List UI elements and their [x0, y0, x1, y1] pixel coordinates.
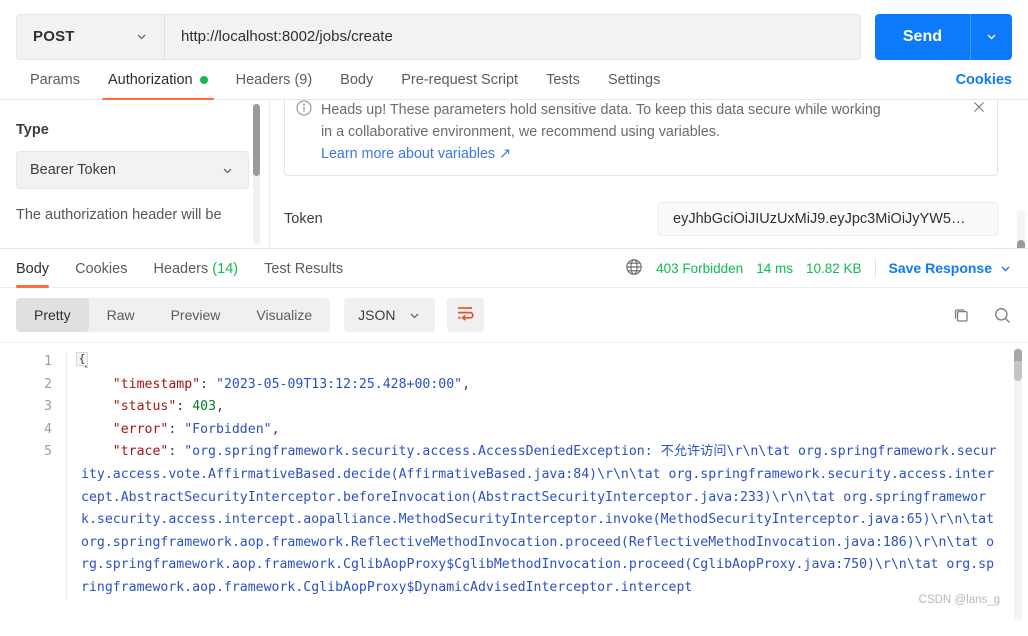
- save-response-label: Save Response: [888, 260, 993, 276]
- auth-status-dot-icon: [199, 76, 208, 84]
- word-wrap-icon: [456, 305, 475, 326]
- chevron-down-icon: [999, 262, 1012, 275]
- close-icon[interactable]: [972, 100, 986, 114]
- response-tab-cookies-label: Cookies: [75, 260, 128, 277]
- send-options-button[interactable]: [970, 13, 1012, 60]
- response-body-toolbar: Pretty Raw Preview Visualize JSON: [0, 288, 1028, 342]
- view-mode-raw[interactable]: Raw: [89, 298, 153, 332]
- response-tab-headers-label: Headers: [153, 260, 209, 277]
- auth-type-value: Bearer Token: [30, 162, 116, 178]
- save-response-button[interactable]: Save Response: [889, 260, 1013, 276]
- response-tab-test-results[interactable]: Test Results: [251, 250, 356, 287]
- http-method-select[interactable]: POST: [17, 14, 165, 59]
- response-tab-test-results-label: Test Results: [264, 260, 344, 277]
- tab-params[interactable]: Params: [16, 72, 94, 99]
- code-fold-toggle[interactable]: {: [76, 352, 88, 366]
- tab-tests[interactable]: Tests: [532, 72, 594, 99]
- tab-headers[interactable]: Headers (9): [222, 72, 327, 99]
- http-method-label: POST: [33, 28, 75, 45]
- chevron-down-icon: [220, 163, 235, 178]
- send-button-group: Send: [874, 13, 1012, 60]
- tab-headers-label: Headers (9): [235, 72, 313, 88]
- tab-authorization-label: Authorization: [107, 72, 193, 88]
- response-format-select[interactable]: JSON: [344, 298, 435, 332]
- view-mode-preview[interactable]: Preview: [153, 298, 239, 332]
- response-tab-cookies[interactable]: Cookies: [62, 250, 140, 287]
- request-tabs: Params Authorization Headers (9) Body Pr…: [0, 62, 1028, 100]
- chevron-down-icon: [408, 309, 421, 322]
- response-tab-headers[interactable]: Headers (14): [140, 250, 251, 287]
- response-time-text: 14 ms: [756, 260, 793, 276]
- auth-type-label: Type: [16, 122, 49, 138]
- auth-right-scrollbar-thumb[interactable]: [1017, 240, 1025, 248]
- info-circle-icon: [296, 100, 312, 116]
- tab-pre-request-script[interactable]: Pre-request Script: [387, 72, 532, 99]
- learn-more-link[interactable]: Learn more about variables ↗: [321, 146, 511, 162]
- response-tabs-bar: Body Cookies Headers (14) Test Results 4…: [0, 248, 1028, 288]
- code-scrollbar-track[interactable]: [1014, 347, 1022, 620]
- tab-tests-label: Tests: [546, 72, 580, 88]
- banner-line-2: in a collaborative environment, we recom…: [321, 123, 720, 140]
- tab-authorization[interactable]: Authorization: [94, 72, 222, 100]
- tab-params-label: Params: [30, 72, 80, 88]
- cookies-link[interactable]: Cookies: [956, 72, 1012, 99]
- view-mode-pretty[interactable]: Pretty: [16, 298, 89, 332]
- json-code-content[interactable]: { "timestamp": "2023-05-09T13:12:25.428+…: [66, 351, 1028, 600]
- tab-settings[interactable]: Settings: [594, 72, 674, 99]
- auth-detail-column: Heads up! These parameters hold sensitiv…: [270, 100, 1028, 248]
- search-icon[interactable]: [993, 306, 1012, 325]
- tab-body-label: Body: [340, 72, 374, 88]
- copy-icon[interactable]: [952, 306, 971, 325]
- authorization-panel: Type Bearer Token The authorization head…: [0, 100, 1028, 248]
- code-scrollbar-thumb-cap[interactable]: [1014, 349, 1022, 361]
- response-tab-body-label: Body: [16, 260, 50, 277]
- token-input[interactable]: eyJhbGciOiJIUzUxMiJ9.eyJpc3MiOiJyYW5…: [658, 202, 998, 237]
- word-wrap-toggle[interactable]: [446, 298, 484, 332]
- tab-settings-label: Settings: [607, 72, 661, 88]
- tab-pre-request-script-label: Pre-request Script: [401, 72, 519, 88]
- line-number-gutter: 12345: [44, 354, 52, 460]
- request-bar: POST Send: [0, 0, 1028, 62]
- method-url-group: POST: [16, 13, 861, 60]
- response-status-text: 403 Forbidden: [656, 260, 744, 276]
- body-action-icons: [952, 306, 1012, 325]
- response-size-text: 10.82 KB: [805, 260, 862, 276]
- globe-icon[interactable]: [625, 258, 643, 279]
- chevron-down-icon: [135, 30, 148, 43]
- response-headers-count: (14): [212, 260, 239, 277]
- auth-type-column: Type Bearer Token The authorization head…: [0, 100, 270, 248]
- url-input[interactable]: [165, 14, 860, 59]
- view-mode-visualize[interactable]: Visualize: [238, 298, 330, 332]
- token-label: Token: [284, 211, 323, 228]
- meta-divider: [874, 259, 876, 277]
- response-format-value: JSON: [358, 307, 396, 323]
- token-row: Token eyJhbGciOiJIUzUxMiJ9.eyJpc3MiOiJyY…: [284, 202, 998, 237]
- response-meta: 403 Forbidden 14 ms 10.82 KB Save Respon…: [625, 258, 1012, 279]
- response-tab-body[interactable]: Body: [16, 250, 62, 288]
- banner-line-1: Heads up! These parameters hold sensitiv…: [321, 102, 881, 118]
- response-body-viewer[interactable]: 12345 { "timestamp": "2023-05-09T13:12:2…: [0, 342, 1028, 624]
- auth-type-select[interactable]: Bearer Token: [16, 151, 249, 189]
- auth-description-text: The authorization header will be: [16, 207, 222, 223]
- auth-left-scrollbar-thumb[interactable]: [253, 104, 260, 176]
- tab-body[interactable]: Body: [326, 72, 387, 99]
- send-button[interactable]: Send: [874, 13, 970, 60]
- code-scroll-region: 12345 { "timestamp": "2023-05-09T13:12:2…: [0, 343, 1028, 600]
- view-mode-group: Pretty Raw Preview Visualize: [16, 298, 331, 332]
- sensitive-data-banner: Heads up! These parameters hold sensitiv…: [284, 100, 998, 177]
